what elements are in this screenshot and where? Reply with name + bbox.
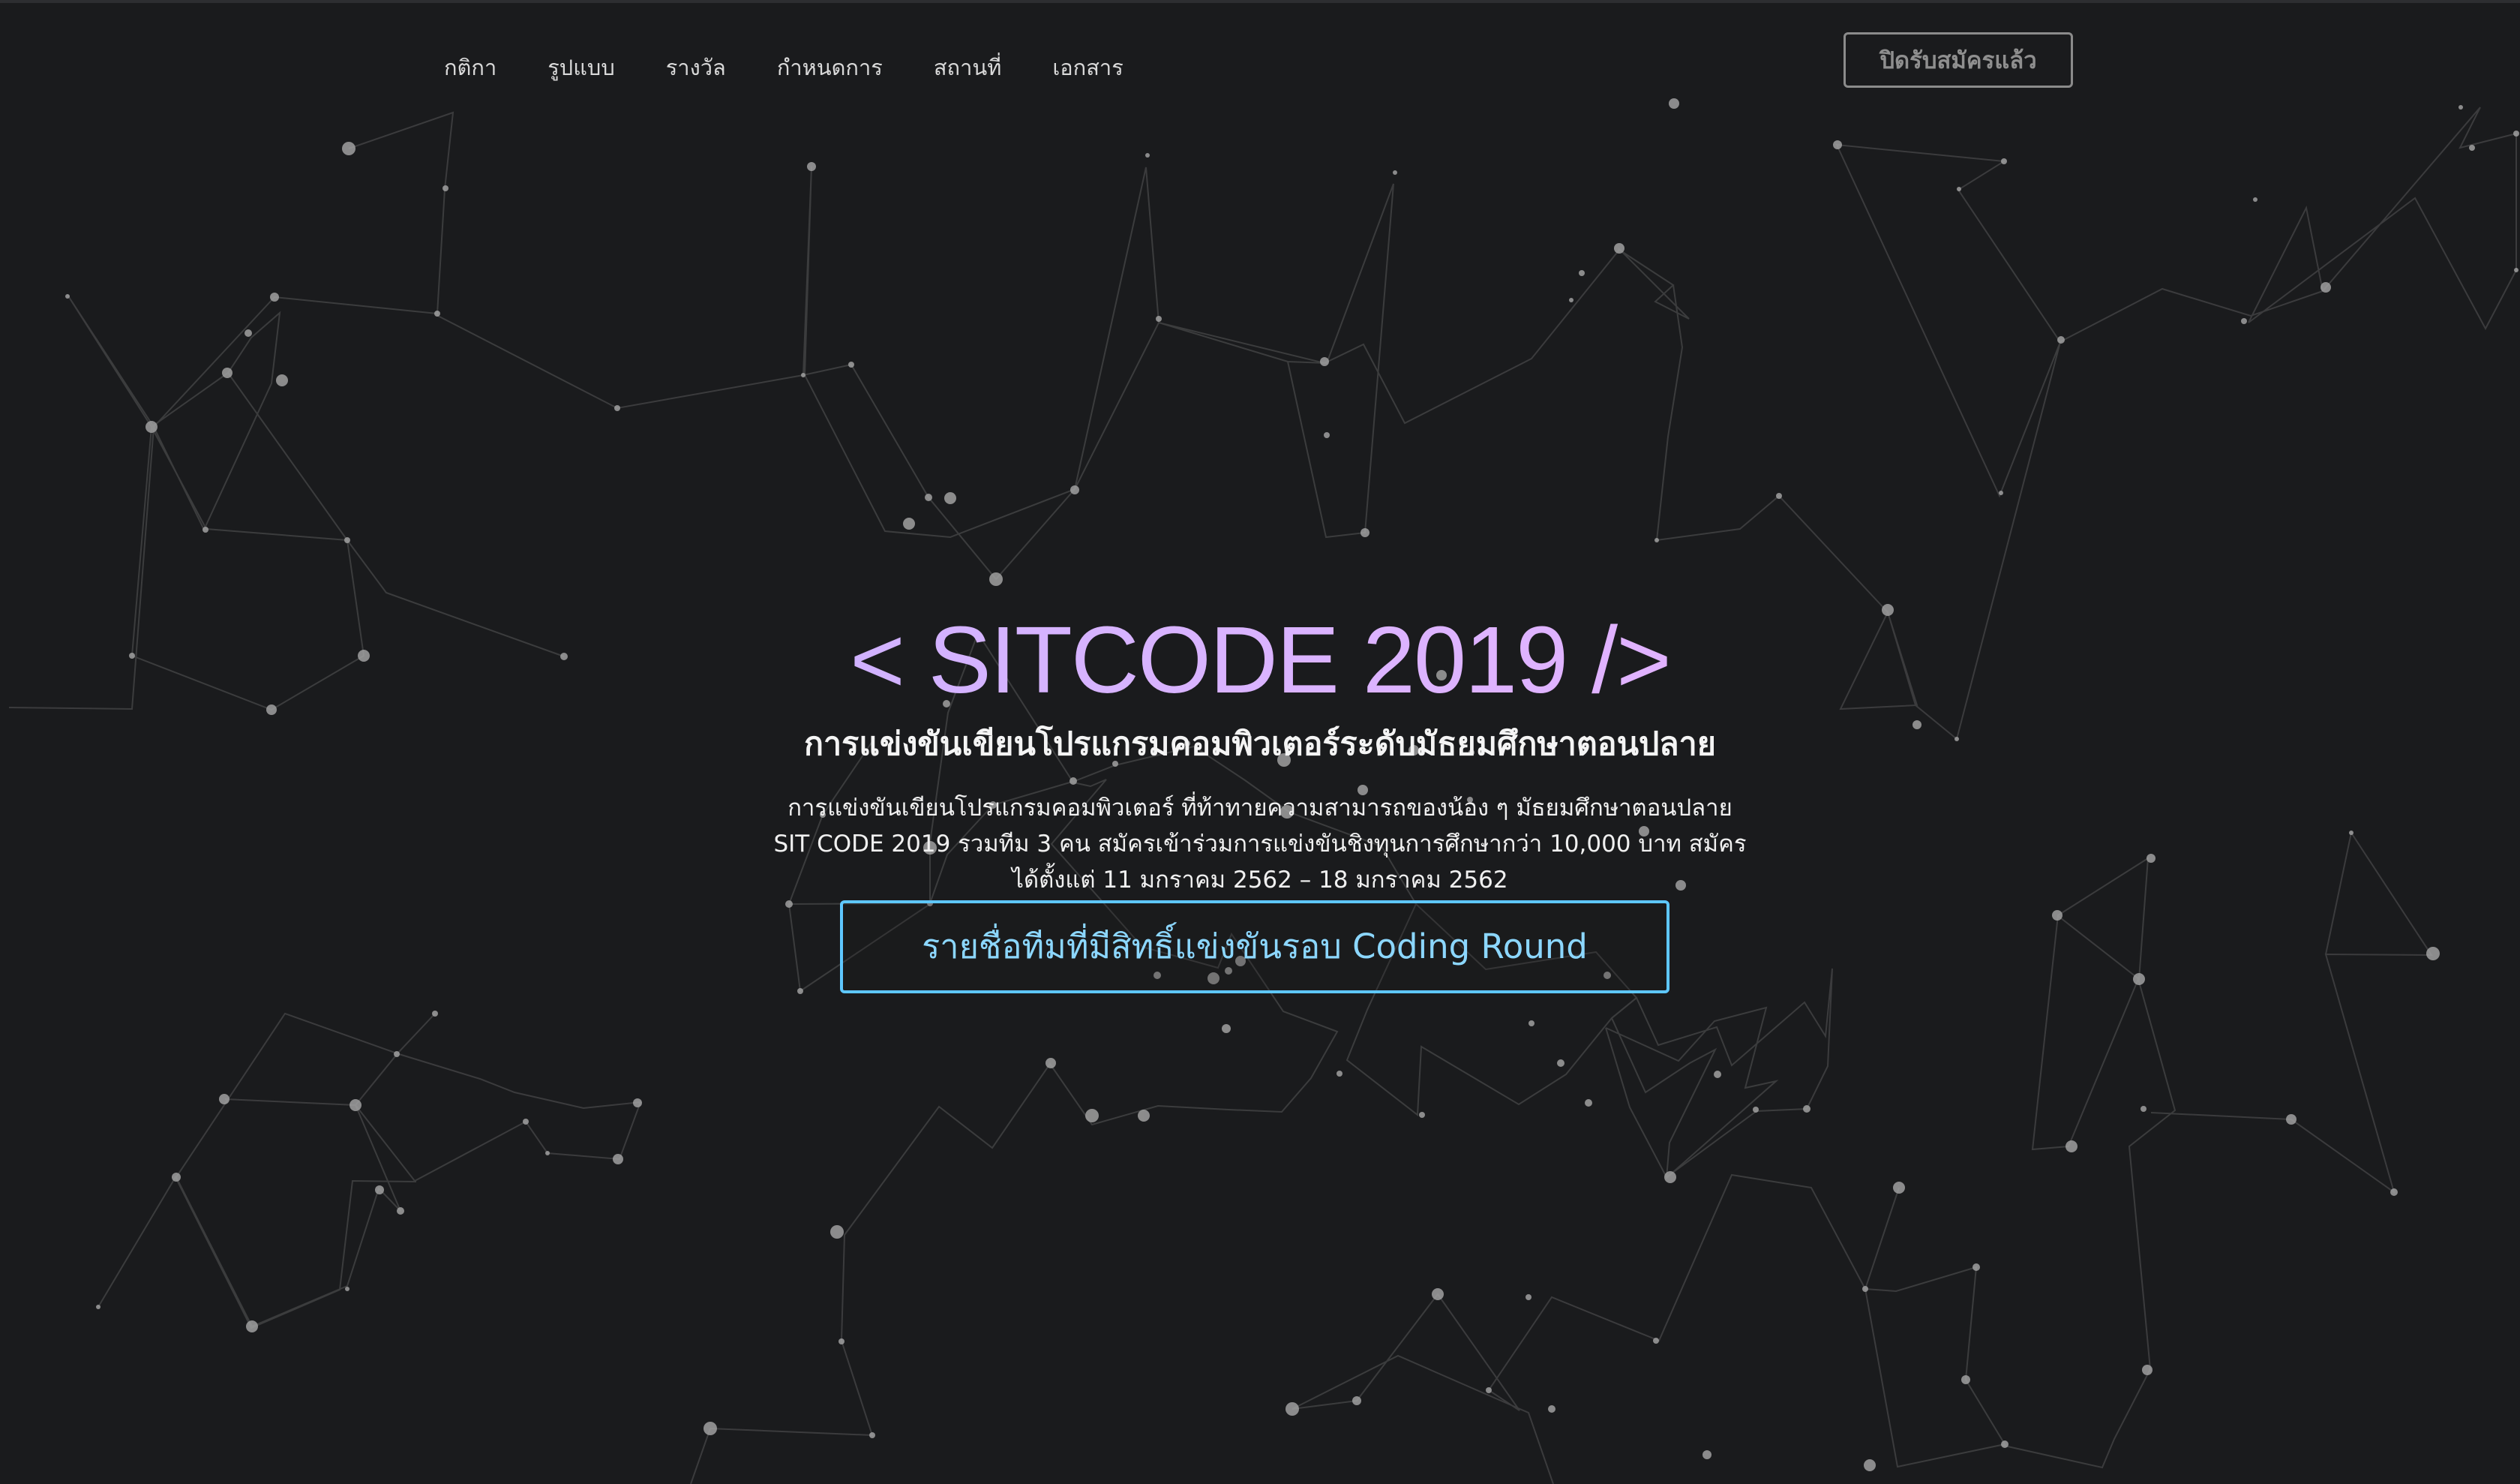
nav-awards[interactable]: รางวัล <box>666 53 726 83</box>
nav-schedule[interactable]: กำหนดการ <box>777 53 883 83</box>
nav-format[interactable]: รูปแบบ <box>548 53 615 83</box>
coding-round-teams-button[interactable]: รายชื่อทีมที่มีสิทธิ์แข่งขันรอบ Coding R… <box>840 900 1670 993</box>
nav-documents[interactable]: เอกสาร <box>1052 53 1123 83</box>
top-navigation: กติกา รูปแบบ รางวัล กำหนดการ สถานที่ เอก… <box>444 53 1174 83</box>
nav-rules[interactable]: กติกา <box>444 53 496 83</box>
nav-location[interactable]: สถานที่ <box>934 53 1001 83</box>
particle-network-background <box>8 98 2519 1484</box>
sitcode-page: กติกา รูปแบบ รางวัล กำหนดการ สถานที่ เอก… <box>0 0 2520 1484</box>
registration-closed-button[interactable]: ปิดรับสมัครแล้ว <box>1844 32 2073 88</box>
